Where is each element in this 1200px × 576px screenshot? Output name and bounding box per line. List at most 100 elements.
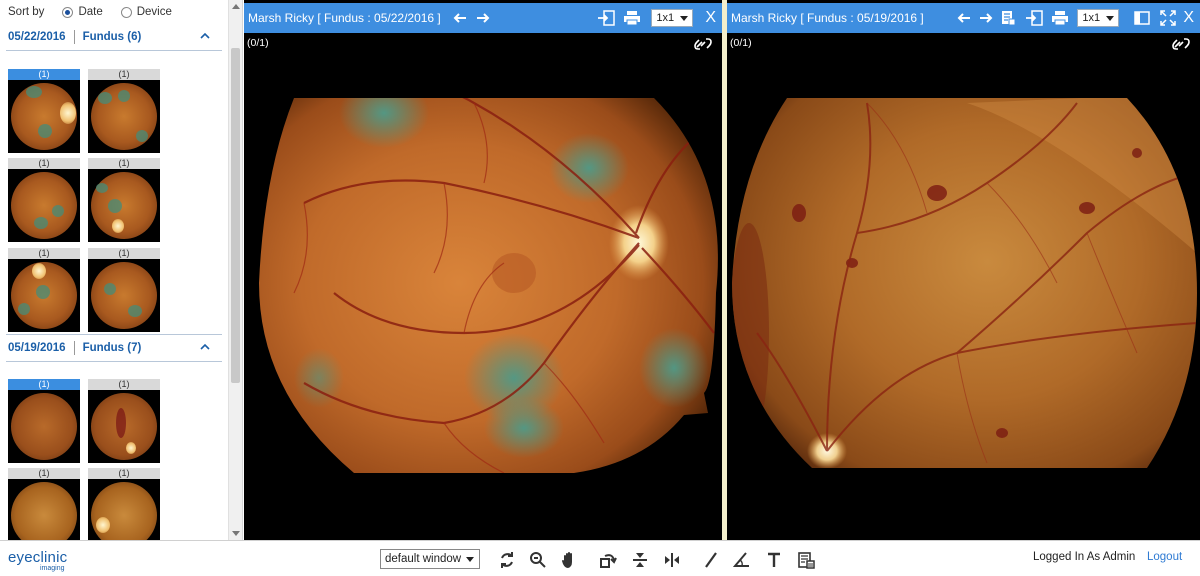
zoom-icon[interactable] xyxy=(527,549,549,571)
thumbnail[interactable]: (1) xyxy=(8,248,80,332)
panel-toggle-icon[interactable] xyxy=(1131,7,1153,29)
thumbnail[interactable]: (1) xyxy=(88,158,160,242)
pan-hand-icon[interactable] xyxy=(558,549,580,571)
thumbnail-caption: (1) xyxy=(88,158,160,169)
chevron-up-icon[interactable] xyxy=(199,30,211,42)
radio-unselected-icon xyxy=(120,6,132,18)
image-viewer-1: Marsh Ricky [ Fundus : 05/22/2016 ] 1x1 … xyxy=(244,0,722,540)
scroll-down-icon[interactable] xyxy=(232,531,240,536)
viewer-toolbar: 1x1 X xyxy=(595,3,722,33)
group-header-2[interactable]: 05/19/2016 Fundus (7) xyxy=(0,335,225,361)
fundus-image xyxy=(244,33,722,540)
thumbnail-caption: (1) xyxy=(88,69,160,80)
link-icon[interactable] xyxy=(1172,37,1190,51)
sort-device-label: Device xyxy=(136,6,172,18)
rotate-image-icon[interactable] xyxy=(597,549,619,571)
sort-bar: Sort by Date Device xyxy=(0,0,228,24)
import-icon[interactable] xyxy=(1023,7,1045,29)
thumbnail[interactable]: (1) xyxy=(88,379,160,463)
layout-value: 1x1 xyxy=(656,12,675,24)
viewer-title: Marsh Ricky [ Fundus : 05/19/2016 ] xyxy=(731,11,924,25)
group-separator xyxy=(6,361,222,362)
thumbnail[interactable]: (1) xyxy=(8,69,80,153)
print-icon[interactable] xyxy=(1049,7,1071,29)
group-divider xyxy=(73,341,75,355)
thumbnail-caption: (1) xyxy=(88,468,160,479)
thumbnail[interactable]: (1) xyxy=(88,248,160,332)
fundus-thumbnail-image xyxy=(8,169,80,242)
next-arrow-icon[interactable] xyxy=(975,7,997,29)
image-counter: (0/1) xyxy=(730,37,752,49)
viewer-header: Marsh Ricky [ Fundus : 05/19/2016 ] 1x1 xyxy=(727,3,1200,33)
layout-select[interactable]: 1x1 xyxy=(1077,9,1120,27)
group-divider xyxy=(73,30,75,44)
group-separator xyxy=(6,50,222,51)
fundus-image-canvas[interactable] xyxy=(727,33,1200,540)
text-tool-icon[interactable] xyxy=(763,549,785,571)
import-icon[interactable] xyxy=(595,7,617,29)
thumbnail-panel: Sort by Date Device 05/22/2016 Fundus (6… xyxy=(0,0,243,552)
report-icon[interactable] xyxy=(795,549,817,571)
logo-text: eyeclinic xyxy=(8,549,68,566)
window-preset-select[interactable]: default window xyxy=(380,549,480,569)
group-modality: Fundus (6) xyxy=(82,31,142,43)
logged-in-status: Logged In As Admin xyxy=(1033,551,1136,563)
thumbnail-caption: (1) xyxy=(8,379,80,390)
window-preset-value: default window xyxy=(385,553,462,565)
flip-vertical-icon[interactable] xyxy=(629,549,651,571)
scroll-up-icon[interactable] xyxy=(232,4,240,9)
thumbnail-caption: (1) xyxy=(8,69,80,80)
chevron-up-icon[interactable] xyxy=(199,341,211,353)
viewer-title: Marsh Ricky [ Fundus : 05/22/2016 ] xyxy=(248,11,441,25)
thumbnail-caption: (1) xyxy=(88,248,160,259)
line-tool-icon[interactable] xyxy=(700,549,722,571)
report-icon[interactable] xyxy=(997,7,1019,29)
image-viewer-2: Marsh Ricky [ Fundus : 05/19/2016 ] 1x1 xyxy=(727,0,1200,540)
chevron-down-icon xyxy=(680,16,689,21)
next-arrow-icon[interactable] xyxy=(472,7,494,29)
thumbnail-scrollbar[interactable] xyxy=(228,0,242,540)
sort-date-label: Date xyxy=(78,6,103,18)
logout-link[interactable]: Logout xyxy=(1147,551,1182,563)
chevron-down-icon xyxy=(466,557,474,562)
fundus-thumbnail-image xyxy=(8,390,80,463)
viewer-toolbar: 1x1 X xyxy=(953,3,1200,33)
image-counter: (0/1) xyxy=(247,37,269,49)
logo-subtext: imaging xyxy=(40,565,65,572)
sort-label: Sort by xyxy=(8,6,45,18)
close-viewer-button[interactable]: X xyxy=(1183,9,1194,27)
link-icon[interactable] xyxy=(694,37,712,51)
radio-selected-icon xyxy=(62,6,74,18)
fullscreen-icon[interactable] xyxy=(1157,7,1179,29)
flip-horizontal-icon[interactable] xyxy=(661,549,683,571)
sort-device-radio[interactable]: Device xyxy=(120,6,172,18)
thumbnail-caption: (1) xyxy=(88,379,160,390)
group-header-1[interactable]: 05/22/2016 Fundus (6) xyxy=(0,24,225,50)
thumbnail[interactable]: (1) xyxy=(8,379,80,463)
fundus-thumbnail-image xyxy=(88,169,160,242)
rotate-icon[interactable] xyxy=(496,549,518,571)
print-icon[interactable] xyxy=(621,7,643,29)
fundus-image-canvas[interactable] xyxy=(244,33,722,540)
scrollbar-thumb[interactable] xyxy=(231,48,240,383)
layout-select[interactable]: 1x1 xyxy=(651,9,694,27)
bottom-toolbar: eyeclinic imaging default window Logged … xyxy=(0,540,1200,576)
thumbnail[interactable]: (1) xyxy=(88,69,160,153)
layout-value: 1x1 xyxy=(1082,12,1101,24)
sort-date-radio[interactable]: Date xyxy=(62,6,103,18)
fundus-thumbnail-image xyxy=(88,80,160,153)
fundus-image xyxy=(727,33,1200,540)
chevron-down-icon xyxy=(1106,16,1115,21)
angle-tool-icon[interactable] xyxy=(731,549,753,571)
thumbnail[interactable]: (1) xyxy=(8,158,80,242)
fundus-thumbnail-image xyxy=(88,259,160,332)
previous-arrow-icon[interactable] xyxy=(953,7,975,29)
previous-arrow-icon[interactable] xyxy=(449,7,471,29)
thumbnail-caption: (1) xyxy=(8,158,80,169)
group-modality: Fundus (7) xyxy=(82,342,142,354)
fundus-thumbnail-image xyxy=(88,390,160,463)
close-viewer-button[interactable]: X xyxy=(705,9,716,27)
viewer-header: Marsh Ricky [ Fundus : 05/22/2016 ] 1x1 … xyxy=(244,3,722,33)
fundus-thumbnail-image xyxy=(8,259,80,332)
app-window: Sort by Date Device 05/22/2016 Fundus (6… xyxy=(0,0,1200,576)
